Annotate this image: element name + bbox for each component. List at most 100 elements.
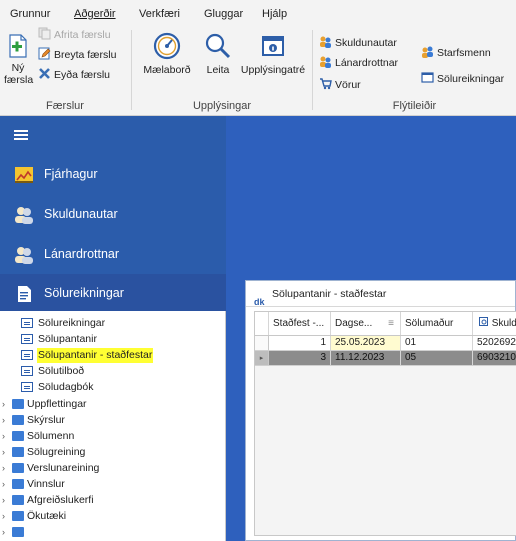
invoices-shortcut[interactable]: Sölureikningar: [421, 70, 504, 88]
cart-icon: [320, 78, 332, 90]
folder-icon: [12, 431, 24, 441]
chevron-right-icon[interactable]: ›: [2, 493, 12, 508]
table-row-selected[interactable]: ▸ 3 11.12.2023 05 6903210: [255, 351, 516, 366]
row-header[interactable]: [255, 336, 269, 350]
nav-item-label: Fjárhagur: [44, 167, 98, 181]
products-shortcut[interactable]: Vörur: [319, 76, 361, 94]
nav-item-fjarhagur[interactable]: Fjárhagur: [0, 155, 226, 195]
chevron-right-icon[interactable]: ›: [2, 461, 12, 476]
child-window: dk Sölupantanir - staðfestar Staðfest -.…: [245, 280, 516, 541]
new-record-label-1: Ný: [11, 62, 25, 74]
search-button[interactable]: Leita: [200, 32, 236, 76]
new-record-button[interactable]: Ný færsla: [4, 34, 33, 86]
info-window-icon: [262, 36, 284, 56]
creditors-shortcut[interactable]: Lánardrottnar: [319, 54, 398, 72]
tree-item-label: Sölugreining: [27, 446, 86, 458]
cell-stadfest[interactable]: 1: [269, 336, 331, 350]
tree-item-label: Afgreiðslukerfi: [27, 494, 94, 506]
tree-item-label: Ökutæki: [27, 510, 67, 522]
hamburger-menu-icon[interactable]: [14, 130, 28, 140]
edit-record-label: Breyta færslu: [54, 49, 117, 61]
column-header-label: Skuld: [491, 318, 516, 329]
users-icon: [320, 36, 331, 48]
folder-icon: [12, 415, 24, 425]
module-tree: Sölureikningar Sölupantanir Sölupantanir…: [0, 311, 226, 541]
users-icon: [15, 247, 33, 264]
debtors-shortcut[interactable]: Skuldunautar: [319, 34, 397, 52]
tab-gluggar[interactable]: Gluggar: [204, 4, 243, 24]
tree-item-label: Verslunareining: [27, 462, 100, 474]
window-titlebar[interactable]: dk Sölupantanir - staðfestar: [246, 281, 515, 307]
dashboard-button[interactable]: Mælaborð: [142, 32, 192, 76]
copy-record-label: Afrita færslu: [54, 29, 111, 41]
tab-adgerdir[interactable]: Aðgerðir: [74, 4, 116, 24]
group-upplysingar: Mælaborð Leita Upplýsingatré Upplýsingar: [132, 26, 312, 114]
copy-record-button[interactable]: Afrita færslu: [38, 26, 111, 44]
row-pointer-icon[interactable]: ▸: [255, 351, 269, 365]
group-flytileidir: Skuldunautar Lánardrottnar Vörur Starfsm…: [313, 26, 516, 114]
column-header-debtor[interactable]: Skuld: [473, 312, 516, 335]
nav-item-solureikningar[interactable]: Sölureikningar: [0, 274, 226, 314]
delete-icon: [39, 68, 50, 79]
cell-date[interactable]: 11.12.2023: [331, 351, 401, 365]
ribbon: Grunnur Aðgerðir Verkfæri Gluggar Hjálp …: [0, 0, 516, 116]
tree-item-label: Sölupantanir - staðfestar: [37, 348, 154, 363]
column-header-label: Dagse...: [335, 318, 373, 329]
users-icon: [320, 56, 331, 68]
folder-icon: [12, 511, 24, 521]
employees-shortcut[interactable]: Starfsmenn: [421, 44, 491, 62]
tab-verkfaeri[interactable]: Verkfæri: [139, 4, 180, 24]
column-header-date[interactable]: Dagse... ≡: [331, 312, 401, 335]
chevron-right-icon[interactable]: ›: [2, 397, 12, 412]
cell-debtor[interactable]: 6903210: [473, 351, 516, 365]
search-icon: [205, 33, 231, 59]
debtors-label: Skuldunautar: [335, 37, 397, 49]
folder-icon: [12, 495, 24, 505]
cell-salesman[interactable]: 05: [401, 351, 473, 365]
column-header-stadfest[interactable]: Staðfest -...: [269, 312, 331, 335]
cell-salesman[interactable]: 01: [401, 336, 473, 350]
edit-record-button[interactable]: Breyta færslu: [38, 46, 116, 64]
group-flytileidir-label: Flýtileiðir: [392, 100, 437, 112]
products-label: Vörur: [335, 79, 361, 91]
chevron-right-icon[interactable]: ›: [2, 477, 12, 492]
group-faerslur-label: Færslur: [46, 100, 84, 112]
document-icon: [21, 350, 33, 360]
delete-record-label: Eyða færslu: [54, 69, 111, 81]
chevron-right-icon[interactable]: ›: [2, 525, 12, 540]
nav-item-skuldunautar[interactable]: Skuldunautar: [0, 195, 226, 235]
tree-item-label: Skýrslur: [27, 414, 65, 426]
cell-date[interactable]: 25.05.2023: [331, 336, 401, 350]
folder-icon: [12, 463, 24, 473]
table-row[interactable]: 1 25.05.2023 01 5202692: [255, 336, 516, 351]
delete-record-button[interactable]: Eyða færslu: [38, 66, 110, 84]
group-faerslur: Ný færsla Afrita færslu Breyta færslu Ey…: [0, 26, 130, 114]
menu-tabs: Grunnur Aðgerðir Verkfæri Gluggar Hjálp: [0, 0, 516, 26]
lookup-icon: [479, 317, 488, 326]
tree-item-label: Söludagbók: [38, 381, 94, 393]
nav-item-label: Lánardrottnar: [44, 247, 120, 261]
cell-debtor[interactable]: 5202692: [473, 336, 516, 350]
chevron-right-icon[interactable]: ›: [2, 445, 12, 460]
chevron-right-icon[interactable]: ›: [2, 429, 12, 444]
tree-item-label: Vinnslur: [27, 478, 65, 490]
infotree-button[interactable]: Upplýsingatré: [240, 32, 306, 76]
sort-icon[interactable]: ≡: [388, 312, 394, 335]
chevron-right-icon[interactable]: ›: [2, 509, 12, 524]
copy-icon: [38, 27, 51, 40]
dashboard-label: Mælaborð: [143, 64, 191, 76]
folder-icon: [12, 447, 24, 457]
cell-stadfest[interactable]: 3: [269, 351, 331, 365]
search-label: Leita: [206, 64, 230, 76]
nav-item-lanardrottnar[interactable]: Lánardrottnar: [0, 235, 226, 275]
folder-icon: [12, 479, 24, 489]
tree-item-label: Sölutilboð: [38, 365, 85, 377]
tab-hjalp[interactable]: Hjálp: [262, 4, 287, 24]
column-header-salesman[interactable]: Sölumaður: [401, 312, 473, 335]
tab-grunnur[interactable]: Grunnur: [10, 4, 50, 24]
gauge-icon: [153, 32, 181, 60]
folder-icon: [12, 527, 24, 537]
infotree-label: Upplýsingatré: [240, 64, 306, 76]
users-icon: [15, 207, 33, 224]
chevron-right-icon[interactable]: ›: [2, 413, 12, 428]
